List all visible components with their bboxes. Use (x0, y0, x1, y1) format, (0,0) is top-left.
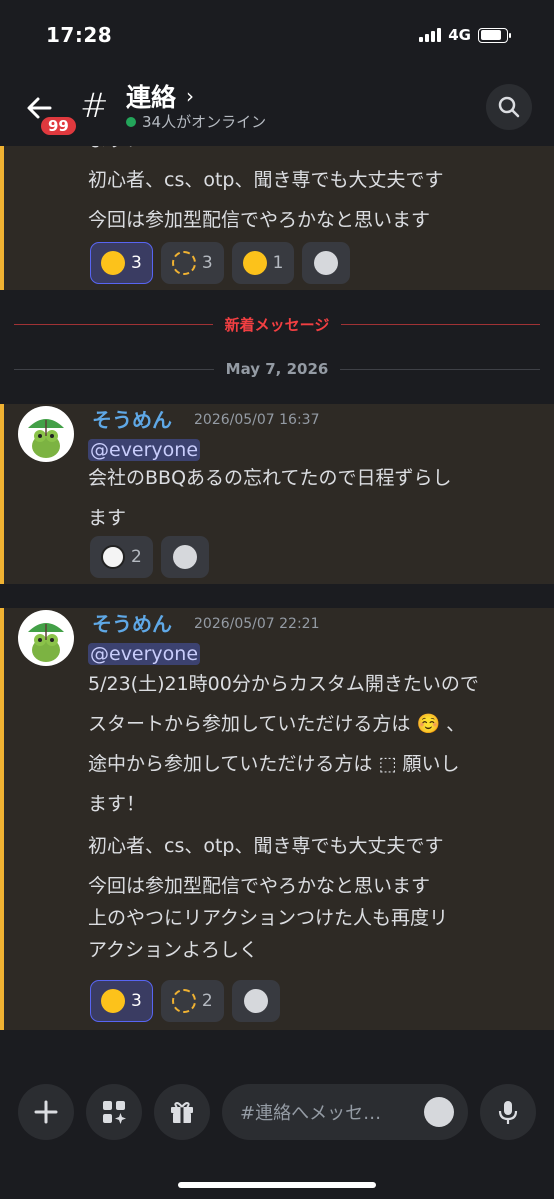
message-line: 初心者、cs、otp、聞き専でも大丈夫です (88, 169, 444, 191)
panda-icon (101, 545, 125, 569)
message-input-placeholder: #連絡へメッセ… (240, 1103, 382, 1124)
grinning-face-icon (242, 251, 267, 275)
network-label: 4G (448, 26, 471, 44)
search-icon (498, 96, 520, 118)
message-list[interactable]: ます！ 初心者、cs、otp、聞き専でも大丈夫です 今回は参加型配信でやろかなと… (0, 146, 554, 1070)
dotted-face-icon (171, 251, 196, 275)
add-reaction-button[interactable] (231, 980, 280, 1022)
reaction-panda[interactable]: 2 (90, 536, 153, 578)
chevron-right-icon[interactable]: › (186, 84, 194, 108)
message-line: スタートから参加していただける方は ☺️ 、 (88, 713, 466, 735)
status-icons: 4G (419, 26, 511, 44)
reaction-bar: 3 3 1 (90, 242, 351, 284)
message-line: ます！ (88, 146, 538, 160)
everyone-mention[interactable]: @everyone (88, 643, 201, 665)
add-reaction-button[interactable] (302, 242, 351, 284)
avatar[interactable] (18, 610, 74, 666)
reaction-count: 2 (201, 991, 213, 1011)
sparkle-apps-icon (103, 1101, 126, 1124)
add-reaction-icon (314, 251, 339, 275)
smiling-face-icon (101, 989, 125, 1013)
date-label: May 7, 2026 (225, 360, 329, 378)
frog-avatar-icon (28, 419, 64, 458)
message-line: 初心者、cs、otp、聞き専でも大丈夫です (88, 835, 444, 857)
status-bar: 17:28 4G (0, 0, 554, 70)
battery-icon (478, 27, 511, 43)
add-reaction-icon (243, 989, 268, 1013)
reaction-bar: 3 2 (90, 980, 280, 1022)
smiling-face-icon (101, 251, 125, 275)
online-status: 34人がオンライン (126, 111, 266, 132)
channel-header: 99 # 連絡 › 34人がオンライン (0, 70, 554, 146)
message-line: ます (88, 507, 127, 529)
message-input[interactable]: #連絡へメッセ… (222, 1084, 468, 1140)
reaction-dotted-face[interactable]: 3 (160, 242, 224, 284)
reaction-count: 1 (272, 253, 284, 273)
reaction-bar: 2 (90, 536, 209, 578)
search-button[interactable] (486, 84, 532, 130)
dotted-face-icon (171, 989, 196, 1013)
message-line: 5/23(土)21時00分からカスタム開きたいので (88, 673, 479, 695)
new-messages-label: 新着メッセージ (224, 316, 330, 334)
reaction-count: 3 (131, 253, 142, 273)
reaction-dotted-face[interactable]: 2 (160, 980, 224, 1022)
message-line: 途中から参加していただける方は ⬚ 願いし (88, 753, 460, 775)
composer-bar: #連絡へメッセ… (0, 1070, 554, 1199)
reaction-smile[interactable]: 3 (90, 980, 153, 1022)
author-name[interactable]: そうめん (92, 404, 172, 433)
plus-icon (34, 1100, 58, 1124)
message-item[interactable]: そうめん 2026/05/07 16:37 @everyone 会社のBBQある… (0, 404, 554, 584)
plus-button[interactable] (18, 1084, 74, 1140)
unread-badge: 99 (38, 114, 79, 138)
message-line: ます！ (88, 793, 146, 815)
home-indicator (178, 1182, 376, 1188)
voice-message-button[interactable] (480, 1084, 536, 1140)
gift-button[interactable] (154, 1084, 210, 1140)
timestamp: 2026/05/07 16:37 (194, 412, 320, 428)
channel-title[interactable]: 連絡 (126, 78, 176, 114)
status-time: 17:28 (46, 23, 113, 47)
signal-icon (419, 28, 442, 42)
add-reaction-icon (172, 545, 197, 569)
new-messages-divider: 新着メッセージ (14, 314, 541, 335)
timestamp: 2026/05/07 22:21 (194, 616, 320, 632)
author-name[interactable]: そうめん (92, 608, 172, 637)
date-divider: May 7, 2026 (14, 360, 541, 378)
frog-avatar-icon (28, 623, 64, 662)
online-count: 34人がオンライン (142, 113, 267, 131)
reaction-count: 3 (201, 253, 213, 273)
reaction-count: 3 (131, 991, 142, 1011)
microphone-icon (498, 1101, 518, 1124)
message-line: アクションよろしく (88, 939, 259, 961)
reaction-smile[interactable]: 3 (90, 242, 153, 284)
gift-icon (171, 1102, 193, 1123)
hash-icon: # (80, 86, 109, 126)
message-line: 今回は参加型配信でやろかなと思います (88, 209, 431, 231)
partial-message[interactable]: ます！ 初心者、cs、otp、聞き専でも大丈夫です 今回は参加型配信でやろかなと… (0, 146, 554, 290)
avatar[interactable] (18, 406, 74, 462)
message-item[interactable]: そうめん 2026/05/07 22:21 @everyone 5/23(土)2… (0, 608, 554, 1030)
reaction-count: 2 (131, 547, 142, 567)
message-line: 会社のBBQあるの忘れてたので日程ずらし (88, 467, 452, 489)
add-reaction-button[interactable] (160, 536, 209, 578)
apps-button[interactable] (86, 1084, 142, 1140)
emoji-picker-icon[interactable] (424, 1097, 454, 1127)
online-dot-icon (126, 116, 136, 127)
reaction-grin[interactable]: 1 (231, 242, 295, 284)
